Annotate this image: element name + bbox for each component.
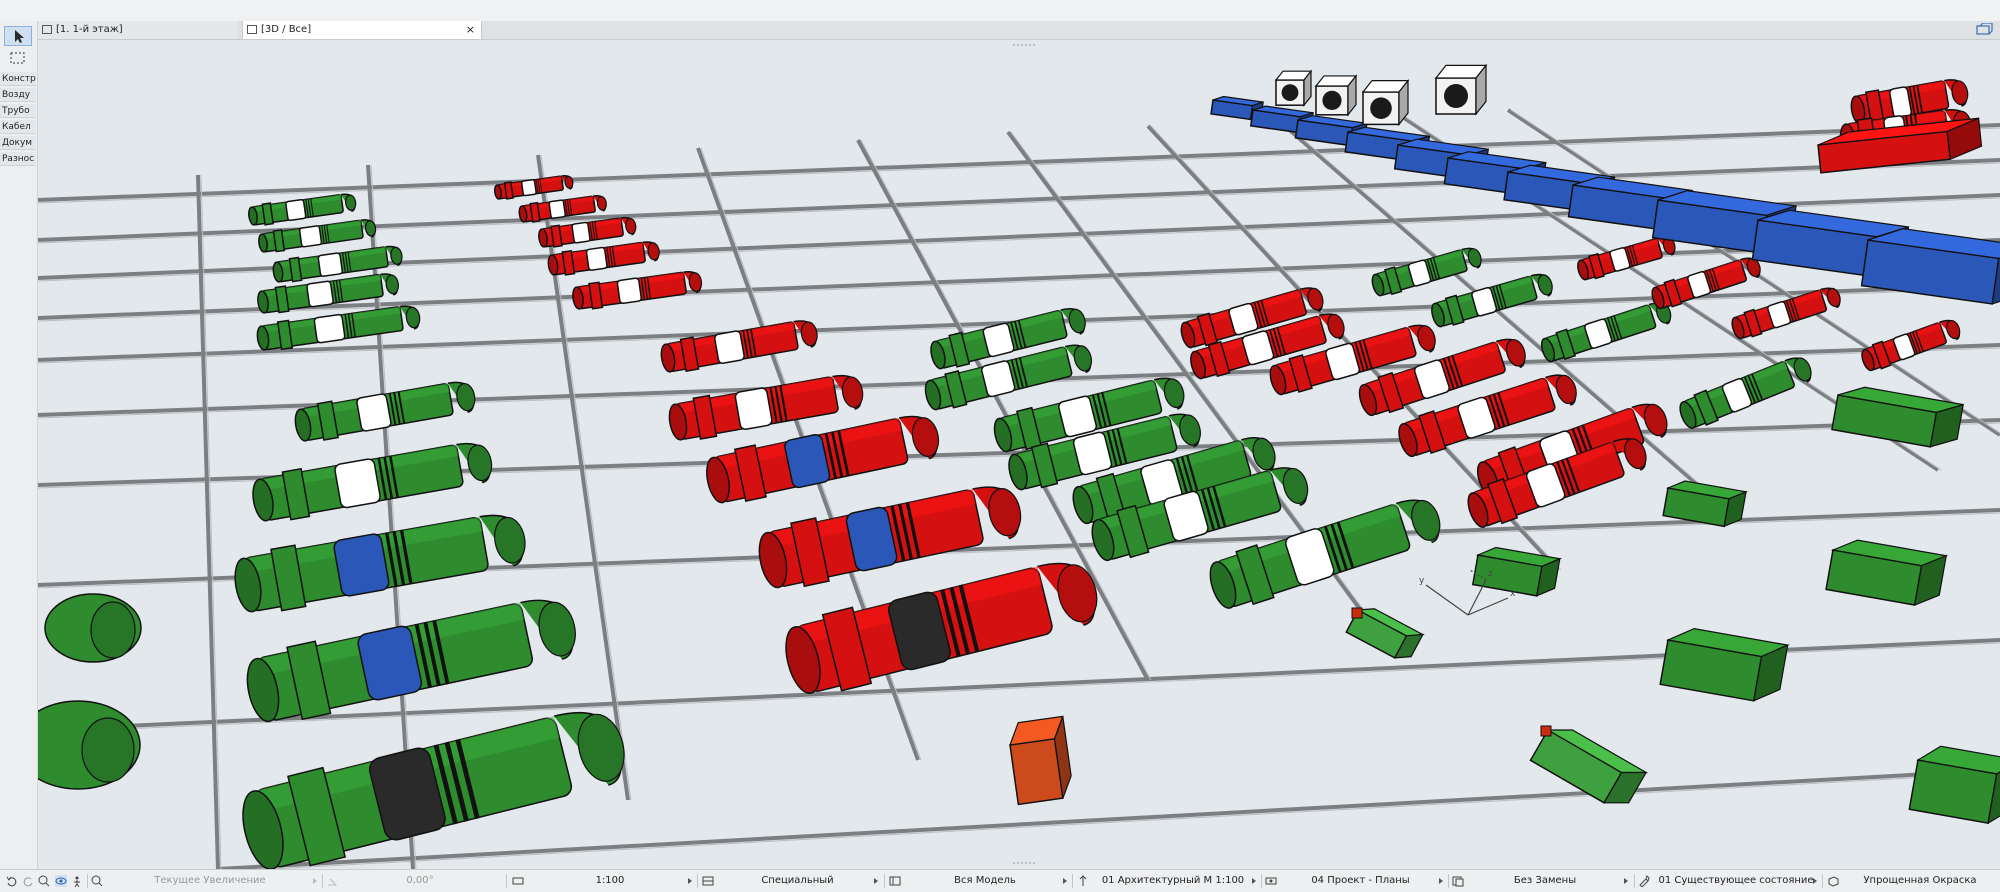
override-dropdown-arrow[interactable] [1624, 878, 1628, 884]
zoom-dropdown-arrow[interactable] [313, 878, 317, 884]
rotate-angle-icon[interactable] [326, 875, 338, 887]
toolbox: Констр Возду Трубо Кабел Докум Разнос [0, 21, 38, 869]
duct-section [306, 280, 334, 308]
tab-label: [1. 1-й этаж] [56, 24, 123, 35]
duct-section [313, 313, 346, 344]
tab-label: [3D / Все] [261, 24, 312, 35]
scale-icon [512, 877, 524, 885]
duct-section [520, 178, 537, 197]
fan-grille [1281, 84, 1299, 101]
fan-grille [1370, 97, 1392, 119]
tab-bar: [1. 1-й этаж] [3D / Все] × [38, 21, 2000, 40]
duct-section [333, 533, 390, 597]
layer-combo-field[interactable]: 01 Архитектурный М 1:100 [1093, 870, 1253, 892]
fit-zoom-icon[interactable] [91, 875, 103, 887]
duct-section [298, 225, 323, 248]
override-icon [1452, 876, 1464, 887]
axis-x-label: x [1510, 589, 1516, 599]
duct-section [334, 458, 381, 509]
marquee-icon [10, 52, 25, 64]
arrow-select-icon [15, 30, 24, 43]
top-edge-handle[interactable] [1013, 42, 1035, 48]
fan-grille [1322, 90, 1342, 110]
scale-field[interactable]: 1:100 [530, 870, 690, 892]
title-strip [0, 0, 2000, 21]
pen-set-icon [1265, 877, 1277, 885]
tab-3d-view[interactable]: [3D / Все] × [242, 21, 482, 39]
scale-dropdown-arrow[interactable] [688, 878, 692, 884]
close-tab-icon[interactable]: × [466, 21, 475, 39]
palette-docs[interactable]: Докум [0, 136, 36, 150]
undo-zoom-icon[interactable] [6, 875, 18, 887]
duct-section [714, 330, 745, 364]
duct-section [571, 221, 591, 244]
palette-pipe[interactable]: Трубо [0, 104, 36, 118]
actuator-icon [1351, 607, 1363, 619]
renovation-dropdown-arrow[interactable] [1813, 878, 1817, 884]
pen-set-field[interactable]: 04 Проект - Планы [1283, 870, 1438, 892]
zoom-in-icon[interactable] [38, 875, 50, 887]
fan-grille [1444, 84, 1468, 108]
structure-dropdown-arrow[interactable] [874, 878, 878, 884]
graphic-override-field[interactable]: Без Замены [1470, 870, 1620, 892]
palette-constr[interactable]: Констр [0, 72, 36, 86]
orange-box [1009, 715, 1072, 806]
duct-section [317, 252, 344, 277]
tab-floor-plan[interactable]: [1. 1-й этаж] [38, 21, 238, 39]
redo-zoom-icon[interactable] [22, 875, 34, 887]
structure-display-field[interactable]: Специальный [720, 870, 875, 892]
pen-set-dropdown-arrow[interactable] [1439, 878, 1443, 884]
bottom-edge-handle[interactable] [1013, 860, 1035, 866]
marquee-tool-button[interactable] [4, 49, 32, 69]
duct-flange [529, 201, 541, 223]
arrow-tool-button[interactable] [4, 26, 32, 46]
duct-section [616, 277, 642, 305]
3d-style-icon [1828, 876, 1839, 887]
palette-air[interactable]: Возду [0, 88, 36, 102]
layer-combo-icon [1079, 875, 1087, 886]
layer-dropdown-arrow[interactable] [1252, 878, 1256, 884]
zoom-field[interactable]: Текущее Увеличение [110, 870, 310, 892]
renovation-filter-field[interactable]: 01 Существующее состояние [1656, 870, 1816, 892]
floor-plan-icon [42, 25, 52, 34]
window-options-icon[interactable] [1976, 23, 1994, 35]
3d-window-icon [247, 25, 257, 34]
model-view-field[interactable]: Вся Модель [905, 870, 1065, 892]
duct-section [285, 198, 307, 221]
3d-model-scene: z y x [38, 40, 2000, 869]
axis-y-label: y [1419, 576, 1425, 586]
explore-icon[interactable] [71, 875, 83, 887]
3d-viewport[interactable]: z y x [38, 40, 2000, 869]
duct-section [734, 387, 773, 430]
angle-field[interactable]: 0,00° [345, 870, 495, 892]
duct-section [548, 199, 566, 219]
status-bar: Текущее Увеличение 0,00° 1:100 Специальн… [0, 869, 2000, 892]
model-view-dropdown-arrow[interactable] [1063, 878, 1067, 884]
renovation-icon [1639, 875, 1650, 887]
structure-display-icon [702, 876, 714, 886]
duct-section [356, 393, 392, 432]
tee-fitting-opening [90, 601, 136, 659]
tee-fitting-opening [81, 717, 135, 783]
model-view-icon [889, 876, 901, 886]
axis-z-label: z [1488, 569, 1493, 579]
duct-section [585, 246, 608, 271]
palette-cable[interactable]: Кабел [0, 120, 36, 134]
orbit-icon[interactable] [55, 875, 67, 887]
duct-flange [503, 181, 514, 200]
actuator-icon [1540, 725, 1552, 737]
unit-face [1009, 737, 1064, 806]
3d-style-field[interactable]: Упрощенная Окраска [1845, 870, 1995, 892]
palette-misc[interactable]: Разнос [0, 152, 36, 166]
